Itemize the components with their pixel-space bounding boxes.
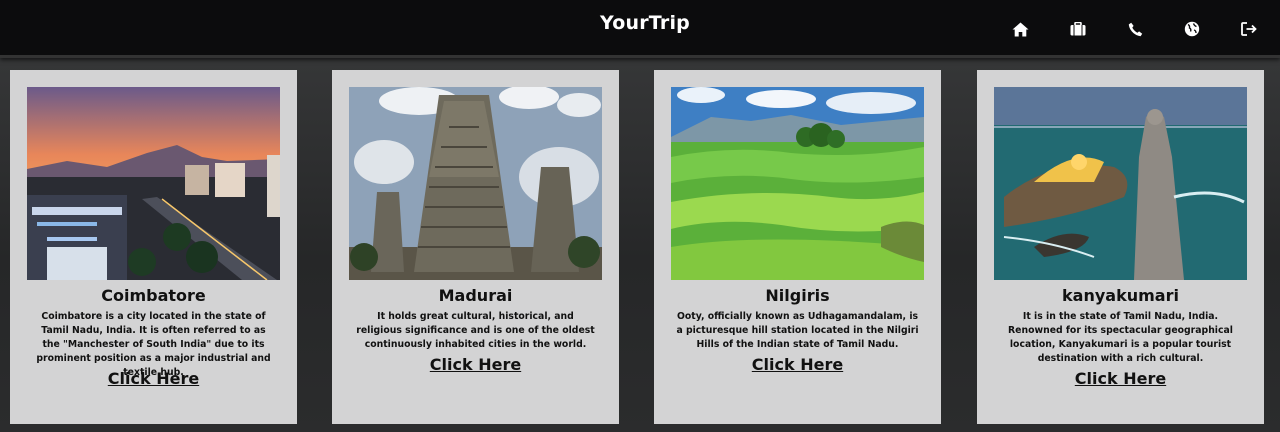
card-description: It holds great cultural, historical, and… [356, 311, 595, 350]
globe-icon[interactable] [1181, 18, 1203, 40]
destination-card-kanyakumari: kanyakumari It is in the state of Tamil … [977, 70, 1264, 424]
nilgiris-image [671, 87, 924, 280]
coimbatore-image [27, 87, 280, 280]
destination-card-nilgiris: Nilgiris Ooty, officially known as Udhag… [654, 70, 941, 424]
home-icon[interactable] [1009, 18, 1031, 40]
card-title: Coimbatore [101, 286, 206, 305]
destination-card-madurai: Madurai It holds great cultural, histori… [332, 70, 619, 424]
click-here-link[interactable]: Click Here [10, 369, 297, 388]
card-description: Ooty, officially known as Udhagamandalam… [676, 311, 919, 350]
click-here-link[interactable]: Click Here [654, 355, 941, 374]
top-navbar: YourTrip [0, 0, 1280, 58]
phone-icon[interactable] [1124, 18, 1146, 40]
briefcase-icon[interactable] [1067, 18, 1089, 40]
kanyakumari-image [994, 87, 1247, 280]
card-description: It is in the state of Tamil Nadu, India.… [1008, 311, 1233, 364]
destination-card-coimbatore: Coimbatore Coimbatore is a city located … [10, 70, 297, 424]
click-here-link[interactable]: Click Here [332, 355, 619, 374]
click-here-link[interactable]: Click Here [977, 369, 1264, 388]
logout-icon[interactable] [1238, 18, 1260, 40]
card-title: kanyakumari [1062, 286, 1179, 305]
madurai-image [349, 87, 602, 280]
card-title: Madurai [438, 286, 513, 305]
card-title: Nilgiris [765, 286, 830, 305]
